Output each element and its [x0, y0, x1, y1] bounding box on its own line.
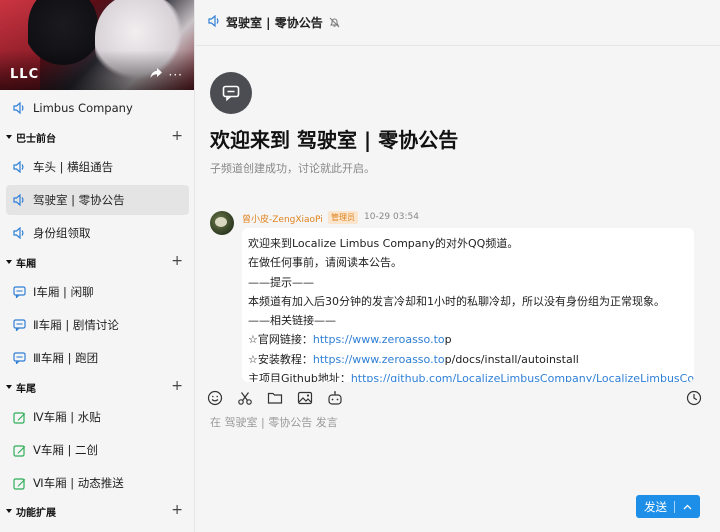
channel-label: Ⅱ车厢 | 剧情讨论: [33, 318, 119, 332]
channel-chexiang-2[interactable]: Ⅱ车厢 | 剧情讨论: [6, 310, 189, 340]
avatar[interactable]: [210, 211, 234, 235]
link-prefix: ☆安装教程：: [248, 352, 313, 366]
github-link[interactable]: https://github.com/LocalizeLimbusCompany…: [351, 372, 694, 382]
category-title: 功能扩展: [16, 507, 56, 519]
role-badge: 管理员: [328, 211, 358, 224]
channel-label: Ⅳ车厢 | 水贴: [33, 410, 101, 424]
channel-label: Limbus Company: [33, 101, 133, 115]
image-icon[interactable]: [296, 389, 314, 407]
chat-icon: [12, 351, 26, 365]
share-icon[interactable]: [149, 66, 163, 80]
message-line: 在做任何事前，请阅读本公告。: [248, 256, 402, 270]
caret-down-icon: [6, 135, 12, 139]
more-icon[interactable]: ···: [169, 68, 183, 82]
channel-label: Ⅵ车厢 | 动态推送: [33, 476, 124, 490]
scissors-icon[interactable]: [236, 389, 254, 407]
link-prefix: ☆官网链接：: [248, 333, 313, 347]
chat-icon: [12, 285, 26, 299]
channel-chexiang-6[interactable]: Ⅵ车厢 | 动态推送: [6, 468, 189, 498]
channel-jiashishi[interactable]: 驾驶室 | 零协公告: [6, 185, 189, 215]
category-bashi-qiantai[interactable]: 巴士前台 +: [6, 128, 189, 145]
link-fragment: p/docs/install/autoinstall: [444, 352, 579, 366]
sender-name[interactable]: 曾小皮-ZengXiaoPi: [242, 212, 323, 225]
send-button[interactable]: 发送: [636, 495, 700, 518]
install-guide-link[interactable]: https://www.zeroasso.to: [313, 353, 445, 366]
add-channel-icon[interactable]: +: [171, 378, 183, 394]
add-channel-icon[interactable]: +: [171, 253, 183, 269]
channel-label: 车头 | 横组通告: [33, 160, 114, 174]
message-line: ——相关链接——: [248, 314, 336, 328]
channel-sidebar: LLC ··· Limbus Company 巴士前台 + 车头 | 横组通告 驾…: [0, 0, 195, 532]
chat-panel: 驾驶室 | 零协公告 欢迎来到 驾驶室 | 零协公告 子频道创建成功，讨论就此开…: [196, 0, 720, 532]
welcome-title: 欢迎来到 驾驶室 | 零协公告: [210, 128, 459, 152]
edit-icon: [12, 443, 26, 457]
channel-limbus-company[interactable]: Limbus Company: [6, 93, 189, 123]
caret-down-icon: [6, 509, 12, 513]
message-line: 主项目Github地址：https://github.com/LocalizeL…: [248, 369, 694, 382]
message-line: 欢迎来到Localize Limbus Company的对外QQ频道。: [248, 237, 519, 250]
channel-label: Ⅲ车厢 | 跑团: [33, 351, 99, 365]
speaker-icon: [12, 160, 26, 174]
channel-title: 驾驶室 | 零协公告: [226, 16, 323, 30]
edit-icon: [12, 410, 26, 424]
channel-label: 身份组领取: [33, 226, 91, 240]
channel-chexiang-4[interactable]: Ⅳ车厢 | 水贴: [6, 402, 189, 432]
message-line: ——提示——: [248, 275, 314, 289]
message-timestamp: 10-29 03:54: [364, 212, 419, 222]
chevron-up-icon[interactable]: [675, 504, 700, 510]
composer-toolbar: [196, 385, 720, 411]
caret-down-icon: [6, 385, 12, 389]
message-line: 本频道有加入后30分钟的发言冷却和1小时的私聊冷却，所以没有身份组为正常现象。: [248, 294, 665, 308]
category-title: 车尾: [16, 383, 36, 395]
chat-icon: [12, 318, 26, 332]
folder-icon[interactable]: [266, 389, 284, 407]
emoji-icon[interactable]: [206, 389, 224, 407]
guild-name: LLC: [10, 67, 40, 82]
caret-down-icon: [6, 260, 12, 264]
channel-chexiang-3[interactable]: Ⅲ车厢 | 跑团: [6, 343, 189, 373]
channel-chexiang-1[interactable]: Ⅰ车厢 | 闲聊: [6, 277, 189, 307]
channel-label: Ⅰ车厢 | 闲聊: [33, 285, 94, 299]
link-prefix: 主项目Github地址：: [248, 372, 351, 382]
channel-chexiang-5[interactable]: Ⅴ车厢 | 二创: [6, 435, 189, 465]
add-channel-icon[interactable]: +: [171, 502, 183, 518]
message-input[interactable]: 在 驾驶室 | 零协公告 发言: [210, 414, 338, 430]
message-line: ☆官网链接：https://www.zeroasso.top: [248, 330, 688, 349]
guild-banner[interactable]: LLC ···: [0, 0, 194, 90]
speaker-icon: [12, 101, 26, 115]
robot-icon[interactable]: [326, 389, 344, 407]
channel-label: 驾驶室 | 零协公告: [33, 193, 125, 207]
category-gongneng[interactable]: 功能扩展 +: [6, 502, 189, 519]
category-title: 车厢: [16, 258, 36, 270]
message-bubble: 欢迎来到Localize Limbus Company的对外QQ频道。 在做任何…: [242, 228, 694, 382]
history-clock-icon[interactable]: [685, 389, 703, 407]
link-fragment: p: [444, 333, 452, 347]
channel-shenfenzu[interactable]: 身份组领取: [6, 218, 189, 248]
channel-header: 驾驶室 | 零协公告: [196, 0, 720, 46]
message-line: ☆安装教程：https://www.zeroasso.top/docs/inst…: [248, 350, 688, 369]
category-title: 巴士前台: [16, 133, 56, 145]
welcome-subtitle: 子频道创建成功，讨论就此开启。: [210, 162, 375, 175]
send-label: 发送: [644, 499, 667, 514]
speaker-icon: [208, 14, 221, 30]
channel-chetou[interactable]: 车头 | 横组通告: [6, 152, 189, 182]
edit-icon: [12, 476, 26, 490]
website-link[interactable]: https://www.zeroasso.to: [313, 333, 445, 346]
add-channel-icon[interactable]: +: [171, 128, 183, 144]
category-chewei[interactable]: 车尾 +: [6, 378, 189, 395]
chat-bubble-icon: [210, 72, 252, 114]
speaker-icon: [12, 193, 26, 207]
mute-bell-icon[interactable]: [329, 17, 340, 28]
channel-label: Ⅴ车厢 | 二创: [33, 443, 99, 457]
speaker-icon: [12, 226, 26, 240]
category-chexiang[interactable]: 车厢 +: [6, 253, 189, 270]
